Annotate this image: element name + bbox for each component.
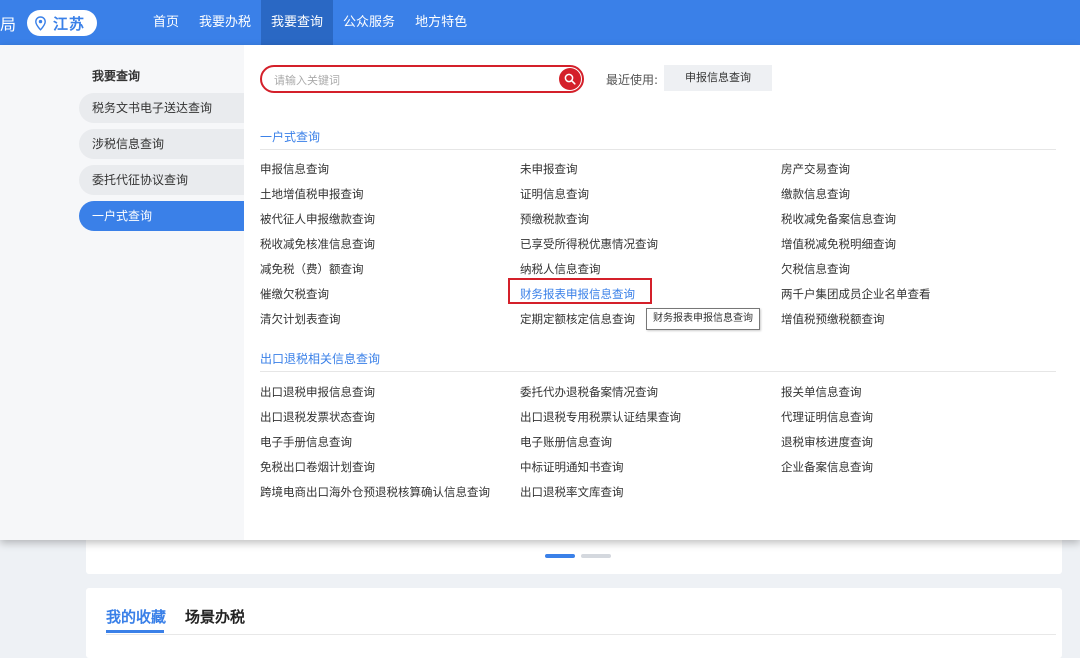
nav-tax-handling[interactable]: 我要办税	[189, 0, 261, 45]
query-link[interactable]: 减免税（费）额查询	[260, 261, 364, 277]
search-input[interactable]	[272, 67, 556, 93]
query-sidebar: 我要查询 税务文书电子送达查询 涉税信息查询 委托代征协议查询 一户式查询	[0, 45, 244, 540]
recent-item-chip[interactable]: 申报信息查询	[664, 65, 772, 91]
query-link[interactable]: 电子手册信息查询	[260, 434, 352, 450]
section-divider	[260, 149, 1056, 150]
query-link[interactable]: 未申报查询	[520, 161, 578, 177]
search-button[interactable]	[559, 68, 581, 90]
query-link[interactable]: 定期定额核定信息查询	[520, 311, 635, 327]
sidebar-item-agency-agreement[interactable]: 委托代征协议查询	[79, 165, 244, 195]
bureau-name-fragment: 局	[0, 15, 17, 34]
nav-local-features[interactable]: 地方特色	[405, 0, 477, 45]
query-link[interactable]: 增值税预缴税额查询	[781, 311, 885, 327]
carousel-dot[interactable]	[581, 554, 611, 558]
sidebar-item-one-stop[interactable]: 一户式查询	[79, 201, 244, 231]
region-name: 江苏	[53, 14, 86, 33]
query-link[interactable]: 土地增值税申报查询	[260, 186, 364, 202]
query-main: 最近使用: 申报信息查询 一户式查询 申报信息查询 土地增值税申报查询 被代征人…	[244, 45, 1080, 540]
query-link[interactable]: 退税审核进度查询	[781, 434, 873, 450]
hover-tooltip: 财务报表申报信息查询	[646, 308, 760, 330]
nav-query[interactable]: 我要查询	[261, 0, 334, 45]
carousel-dot-active[interactable]	[545, 554, 575, 558]
sidebar-title: 我要查询	[92, 69, 141, 83]
nav-home[interactable]: 首页	[143, 0, 189, 45]
query-link-financial-statement[interactable]: 财务报表申报信息查询	[520, 286, 635, 302]
query-link[interactable]: 证明信息查询	[520, 186, 589, 202]
query-link[interactable]: 两千户集团成员企业名单查看	[781, 286, 931, 302]
query-link[interactable]: 出口退税率文库查询	[520, 484, 624, 500]
query-link[interactable]: 清欠计划表查询	[260, 311, 341, 327]
query-link[interactable]: 预缴税款查询	[520, 211, 589, 227]
query-link[interactable]: 委托代办退税备案情况查询	[520, 384, 658, 400]
query-link[interactable]: 报关单信息查询	[781, 384, 862, 400]
query-link[interactable]: 被代征人申报缴款查询	[260, 211, 375, 227]
divider	[106, 634, 1056, 635]
query-link[interactable]: 催缴欠税查询	[260, 286, 329, 302]
region-selector[interactable]: 江苏	[27, 10, 97, 36]
query-link[interactable]: 免税出口卷烟计划查询	[260, 459, 375, 475]
sidebar-item-tax-info[interactable]: 涉税信息查询	[79, 129, 244, 159]
section-divider	[260, 371, 1056, 372]
section-title-one-stop: 一户式查询	[260, 130, 321, 144]
top-nav-bar: 局 江苏 首页 我要办税 我要查询 公众服务 地方特色	[0, 0, 1080, 45]
active-tab-underline	[106, 630, 164, 633]
location-pin-icon	[34, 15, 47, 31]
recent-label: 最近使用:	[606, 73, 659, 87]
query-link[interactable]: 企业备案信息查询	[781, 459, 873, 475]
query-link[interactable]: 出口退税发票状态查询	[260, 409, 375, 425]
query-link[interactable]: 房产交易查询	[781, 161, 850, 177]
query-link[interactable]: 出口退税申报信息查询	[260, 384, 375, 400]
query-link[interactable]: 欠税信息查询	[781, 261, 850, 277]
search-box	[260, 65, 584, 93]
query-link[interactable]: 电子账册信息查询	[520, 434, 612, 450]
search-icon	[564, 73, 576, 85]
sidebar-item-document-delivery[interactable]: 税务文书电子送达查询	[79, 93, 244, 123]
query-link[interactable]: 纳税人信息查询	[520, 261, 601, 277]
query-dropdown-panel: 我要查询 税务文书电子送达查询 涉税信息查询 委托代征协议查询 一户式查询 最近…	[0, 45, 1080, 540]
query-link[interactable]: 增值税减免税明细查询	[781, 236, 896, 252]
query-link[interactable]: 缴款信息查询	[781, 186, 850, 202]
tab-my-favorites[interactable]: 我的收藏	[106, 606, 166, 627]
tab-scene-tax[interactable]: 场景办税	[185, 606, 245, 627]
main-nav: 首页 我要办税 我要查询 公众服务 地方特色	[143, 0, 477, 45]
nav-public-service[interactable]: 公众服务	[333, 0, 405, 45]
query-link[interactable]: 出口退税专用税票认证结果查询	[520, 409, 681, 425]
section-title-export-refund: 出口退税相关信息查询	[260, 352, 381, 366]
query-link[interactable]: 代理证明信息查询	[781, 409, 873, 425]
query-link[interactable]: 税收减免核准信息查询	[260, 236, 375, 252]
query-link[interactable]: 跨境电商出口海外仓预退税核算确认信息查询	[260, 484, 490, 500]
query-link[interactable]: 中标证明通知书查询	[520, 459, 624, 475]
query-link[interactable]: 已享受所得税优惠情况查询	[520, 236, 658, 252]
query-link[interactable]: 申报信息查询	[260, 161, 329, 177]
query-link[interactable]: 税收减免备案信息查询	[781, 211, 896, 227]
